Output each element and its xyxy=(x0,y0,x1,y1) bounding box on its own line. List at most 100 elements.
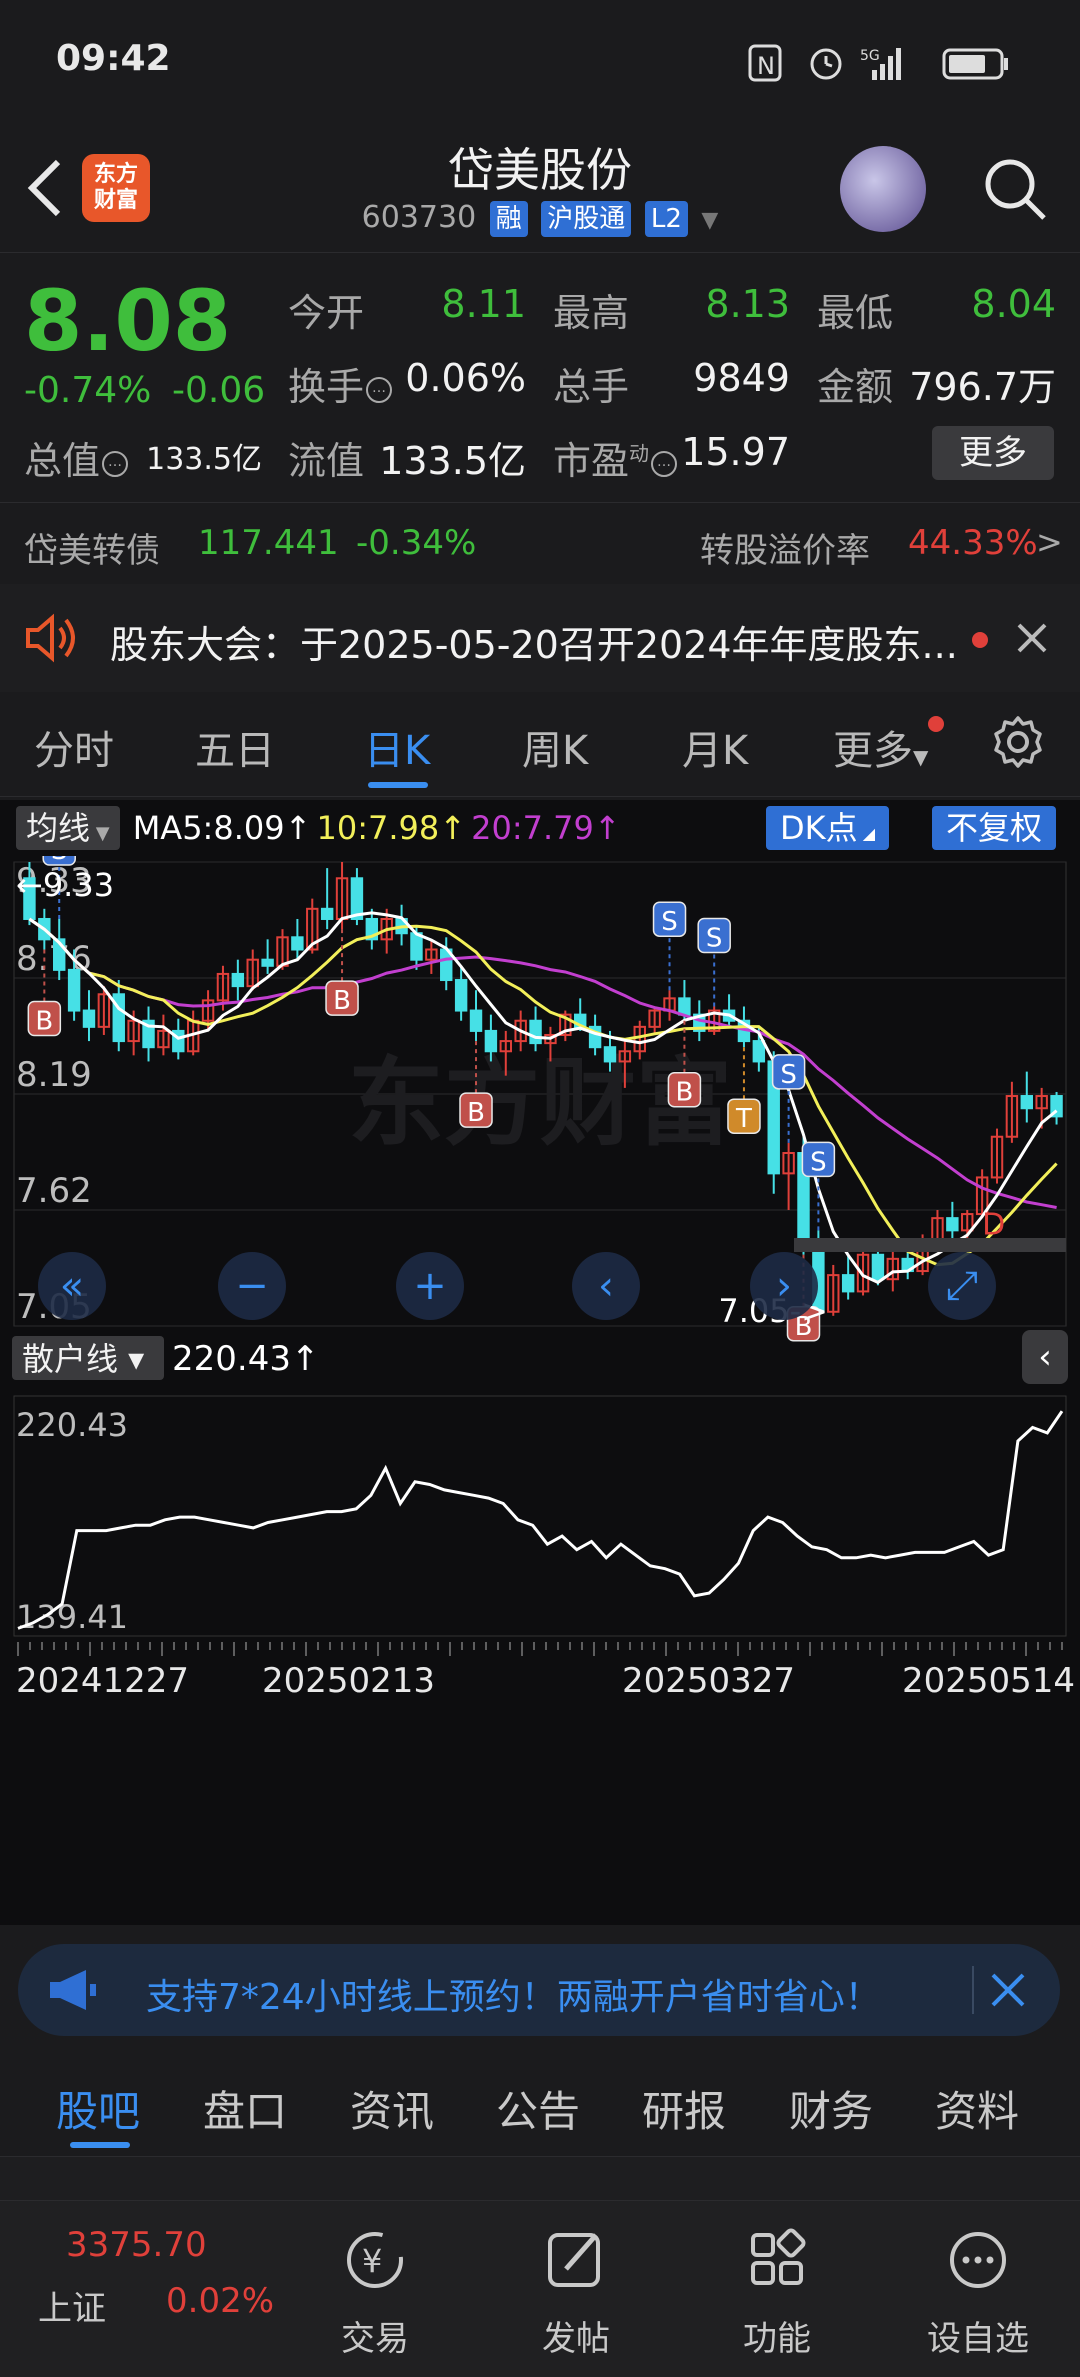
index-name[interactable]: 上证 xyxy=(38,2281,106,2330)
active-tab-underline xyxy=(368,782,428,788)
info-icon[interactable]: … xyxy=(366,376,393,403)
x-tick-label: 20250514 xyxy=(902,1661,1075,1701)
index-change[interactable]: 0.02% xyxy=(166,2281,274,2321)
info-icon[interactable]: … xyxy=(102,450,129,477)
sub-panel-frame xyxy=(13,1395,1067,1637)
tab-intraday[interactable]: 分时 xyxy=(34,718,114,776)
tab-notices[interactable]: 公告 xyxy=(496,2078,580,2139)
alarm-icon xyxy=(810,48,842,80)
premium-label: 转股溢价率 xyxy=(700,531,870,571)
arrow-up-icon: ↑ xyxy=(284,809,312,847)
pe-label: 市盈动… xyxy=(553,430,678,485)
open-value: 8.11 xyxy=(441,282,526,326)
tab-more-badge xyxy=(928,716,944,732)
signal-letter: S xyxy=(780,1060,797,1090)
convertible-bond-row[interactable]: 岱美转债 117.441 -0.34% 转股溢价率 44.33% > xyxy=(0,502,1080,586)
functions-icon[interactable] xyxy=(707,2225,847,2295)
low-value: 8.04 xyxy=(971,282,1056,326)
candle-body xyxy=(469,1009,483,1032)
promo-banner[interactable]: 支持7*24小时线上预约！两融开户省时省心！ xyxy=(18,1944,1060,2036)
chevron-left-icon: ‹ xyxy=(1038,1337,1052,1377)
chevron-down-icon[interactable]: ▼ xyxy=(701,208,718,233)
amount-value: 796.7万 xyxy=(909,365,1056,409)
tab-news[interactable]: 资讯 xyxy=(350,2078,434,2139)
close-icon[interactable] xyxy=(1016,622,1048,654)
candle-body xyxy=(261,958,274,967)
nfc-icon: N xyxy=(748,44,782,82)
low-label: 最低 xyxy=(817,291,894,335)
candle-body xyxy=(350,877,364,920)
fullscreen-icon-glyph: ⤢ xyxy=(946,1263,978,1309)
close-icon[interactable] xyxy=(990,1972,1026,2008)
post-icon[interactable] xyxy=(506,2225,646,2295)
tab-monthly-k[interactable]: 月K xyxy=(682,718,748,776)
ma20-value: 20:7.79 xyxy=(471,809,594,847)
stock-code: 603730 xyxy=(361,200,477,235)
candle-body xyxy=(841,1274,855,1293)
nav-add-watchlist[interactable]: 设自选 xyxy=(908,2311,1048,2360)
index-value[interactable]: 3375.70 xyxy=(66,2225,207,2265)
kline-svg[interactable]: 9.338.768.197.627.05东方财富SBBBSBSTSSBD←9.3… xyxy=(0,856,1080,1926)
ma5-value: MA5:8.09 xyxy=(132,809,285,847)
ma-legend: 均线 ▼ MA5:8.09↑ 10:7.98↑ 20:7.79↑ xyxy=(16,806,621,850)
tab-five-day[interactable]: 五日 xyxy=(195,718,275,776)
signal-letter: B xyxy=(467,1098,485,1128)
forum-preview-strip xyxy=(0,2157,1080,2200)
adjust-button[interactable]: 不复权 xyxy=(932,806,1057,850)
tag-l2: L2 xyxy=(644,201,688,237)
tab-profile[interactable]: 资料 xyxy=(935,2078,1019,2139)
nav-post[interactable]: 发帖 xyxy=(506,2311,646,2360)
tag-hk-connect: 沪股通 xyxy=(541,201,632,237)
nav-trade[interactable]: 交易 xyxy=(305,2311,445,2360)
arrow-up-icon: ↑ xyxy=(593,809,621,847)
candle-body xyxy=(678,997,691,1016)
tab-daily-k[interactable]: 日K xyxy=(364,718,430,776)
battery-icon xyxy=(942,48,1008,80)
chevron-left-icon-glyph: ‹ xyxy=(598,1263,614,1309)
high-value: 8.13 xyxy=(705,282,790,326)
volume-value: 9849 xyxy=(693,356,790,400)
high-label: 最高 xyxy=(553,291,630,335)
trade-icon[interactable]: ¥ xyxy=(305,2225,445,2295)
robot-assistant-icon[interactable] xyxy=(840,146,926,232)
scroll-indicator xyxy=(794,1238,1066,1252)
kline-chart-area[interactable]: 均线 ▼ MA5:8.09↑ 10:7.98↑ 20:7.79↑ DK点 ◢ 不… xyxy=(0,800,1080,1925)
tab-orderbook[interactable]: 盘口 xyxy=(203,2078,287,2139)
x-tick-label: 20250327 xyxy=(622,1661,795,1701)
tab-research[interactable]: 研报 xyxy=(642,2078,726,2139)
signal-letter: B xyxy=(35,1007,53,1037)
turnover-value: 0.06% xyxy=(405,356,526,400)
tab-finance[interactable]: 财务 xyxy=(789,2078,873,2139)
candle-body xyxy=(752,1040,766,1063)
dk-point-button[interactable]: DK点 ◢ xyxy=(766,806,890,850)
sub-indicator-value: 220.43↑ xyxy=(172,1339,319,1379)
signal-letter: B xyxy=(333,986,351,1016)
more-button[interactable]: 更多 xyxy=(932,426,1054,480)
volume-label: 总手 xyxy=(553,365,630,409)
tab-forum[interactable]: 股吧 xyxy=(56,2078,140,2139)
tab-weekly-k[interactable]: 周K xyxy=(522,718,588,776)
info-icon[interactable]: … xyxy=(651,450,678,477)
candle-body xyxy=(871,1253,885,1281)
amount-label: 金额 xyxy=(817,365,894,409)
candle-body xyxy=(603,1046,617,1063)
divider xyxy=(972,1966,974,2014)
candle-body xyxy=(946,1217,959,1232)
watchlist-icon[interactable] xyxy=(908,2225,1048,2295)
tag-margin: 融 xyxy=(489,201,528,237)
zoom-in-icon-glyph: + xyxy=(413,1263,447,1309)
gear-icon[interactable] xyxy=(990,714,1046,770)
signal-letter: S xyxy=(810,1147,827,1177)
tab-more[interactable]: 更多▼ xyxy=(833,718,928,776)
candle-body xyxy=(484,1029,498,1053)
search-icon[interactable] xyxy=(980,154,1050,224)
change-abs: -0.06 xyxy=(172,370,266,411)
announcement-bar[interactable]: 股东大会：于2025-05-20召开2024年年度股东... xyxy=(0,584,1080,692)
status-icons: N 5G xyxy=(748,44,1008,82)
candle-body xyxy=(291,936,304,951)
cb-price: 117.441 xyxy=(198,523,339,563)
chart-tabs: 分时 五日 日K 周K 月K 更多▼ xyxy=(0,692,1080,797)
open-label: 今开 xyxy=(288,291,365,335)
ma-selector[interactable]: 均线 ▼ xyxy=(16,806,120,850)
nav-functions[interactable]: 功能 xyxy=(707,2311,847,2360)
